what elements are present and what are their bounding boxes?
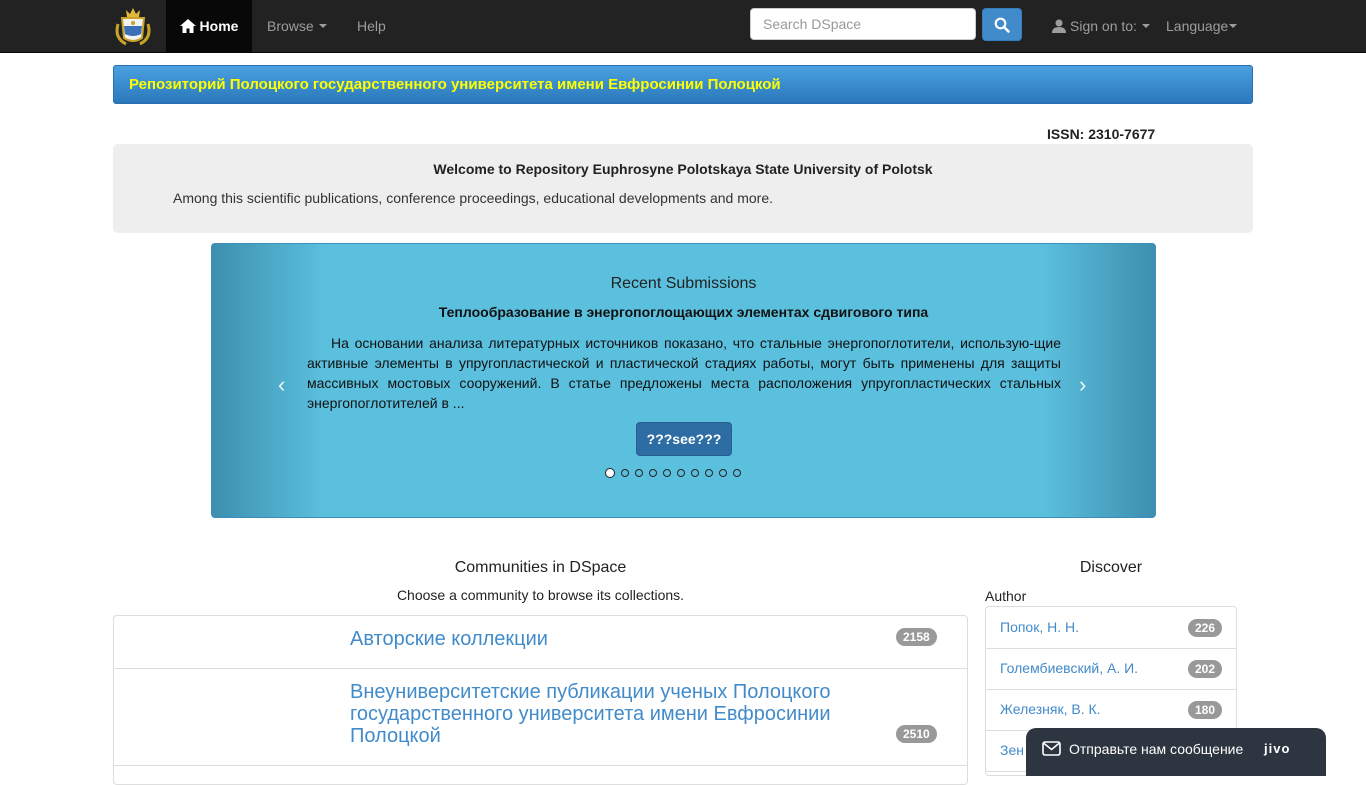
envelope-icon [1042, 741, 1061, 756]
carousel-indicators [605, 468, 741, 478]
sign-on-label: Sign on to: [1070, 18, 1137, 34]
chat-widget-label: Отправьте нам сообщение [1069, 741, 1244, 757]
list-item: Внеуниверситетские публикации ученых Пол… [114, 669, 967, 766]
count-badge: 226 [1188, 619, 1223, 637]
communities-subheading: Choose a community to browse its collect… [396, 587, 685, 603]
repository-banner: Репозиторий Полоцкого государственного у… [113, 65, 1253, 104]
community-link[interactable]: Авторские коллекции [350, 628, 870, 650]
carousel-dot[interactable] [705, 469, 713, 477]
carousel-dot[interactable] [719, 469, 727, 477]
university-logo[interactable] [112, 4, 154, 48]
community-link[interactable]: Внеуниверситетские публикации ученых Пол… [350, 681, 870, 747]
carousel-dot[interactable] [663, 469, 671, 477]
list-item: Авторские коллекции 2158 [114, 616, 967, 669]
carousel-next-icon[interactable]: › [1079, 372, 1086, 398]
list-item: Попок, Н. Н. 226 [986, 607, 1236, 649]
chat-widget[interactable]: Отправьте нам сообщение jivo [1026, 728, 1326, 776]
user-icon [1052, 19, 1066, 33]
nav-browse-label: Browse [267, 18, 314, 34]
count-badge: 180 [1188, 701, 1223, 719]
count-badge: 2510 [896, 725, 937, 743]
welcome-heading: Welcome to Repository Euphrosyne Polotsk… [433, 161, 933, 177]
count-badge: 202 [1188, 660, 1223, 678]
author-link[interactable]: Зен [1000, 742, 1024, 758]
carousel-dot[interactable] [605, 468, 615, 478]
top-navbar: Home Browse Help Sign on to: Language [0, 0, 1366, 53]
search-input[interactable] [750, 8, 976, 40]
carousel-prev-icon[interactable]: ‹ [278, 372, 285, 398]
welcome-text: Among this scientific publications, conf… [173, 190, 774, 206]
nav-home-label: Home [199, 18, 239, 34]
author-facet-label: Author [985, 588, 1027, 604]
language-label: Language [1166, 18, 1229, 34]
recent-submissions-carousel: Recent Submissions Теплообразование в эн… [211, 243, 1156, 518]
nav-help-label: Help [357, 18, 386, 34]
carousel-dot[interactable] [677, 469, 685, 477]
carousel-dot[interactable] [621, 469, 629, 477]
caret-down-icon [318, 24, 327, 28]
home-icon [179, 19, 196, 33]
list-item: Железняк, В. К. 180 [986, 689, 1236, 731]
author-link[interactable]: Попок, Н. Н. [1000, 619, 1079, 635]
communities-list: Авторские коллекции 2158 Внеуниверситетс… [113, 615, 968, 785]
carousel-heading: Recent Submissions [610, 275, 757, 292]
see-item-button[interactable]: ???see??? [636, 422, 732, 456]
sign-on-dropdown[interactable]: Sign on to: [1052, 0, 1150, 52]
count-badge: 2158 [896, 628, 937, 646]
carousel-dot[interactable] [649, 469, 657, 477]
caret-down-icon [1229, 24, 1238, 28]
search-button[interactable] [982, 8, 1022, 41]
welcome-panel: Welcome to Repository Euphrosyne Polotsk… [113, 144, 1253, 233]
search-icon [994, 17, 1010, 33]
issn-label: ISSN: 2310-7677 [1047, 126, 1156, 142]
carousel-dot[interactable] [635, 469, 643, 477]
carousel-dot[interactable] [733, 469, 741, 477]
caret-down-icon [1141, 24, 1150, 28]
author-link[interactable]: Голембиевский, А. И. [1000, 660, 1138, 676]
nav-browse-dropdown[interactable]: Browse [267, 0, 327, 52]
jivo-logo: jivo [1264, 741, 1291, 756]
list-item: Голембиевский, А. И. 202 [986, 648, 1236, 690]
submission-abstract: На основании анализа литературных источн… [307, 335, 1061, 411]
author-link[interactable]: Железняк, В. К. [1000, 701, 1101, 717]
submission-title[interactable]: Теплообразование в энергопоглощающих эле… [212, 304, 1155, 320]
language-dropdown[interactable]: Language [1166, 0, 1238, 52]
discover-heading: Discover [1079, 559, 1143, 576]
communities-heading: Communities in DSpace [454, 559, 627, 576]
nav-home-link[interactable]: Home [166, 0, 252, 52]
repository-title: Репозиторий Полоцкого государственного у… [129, 76, 781, 93]
nav-help-link[interactable]: Help [357, 0, 386, 52]
carousel-dot[interactable] [691, 469, 699, 477]
